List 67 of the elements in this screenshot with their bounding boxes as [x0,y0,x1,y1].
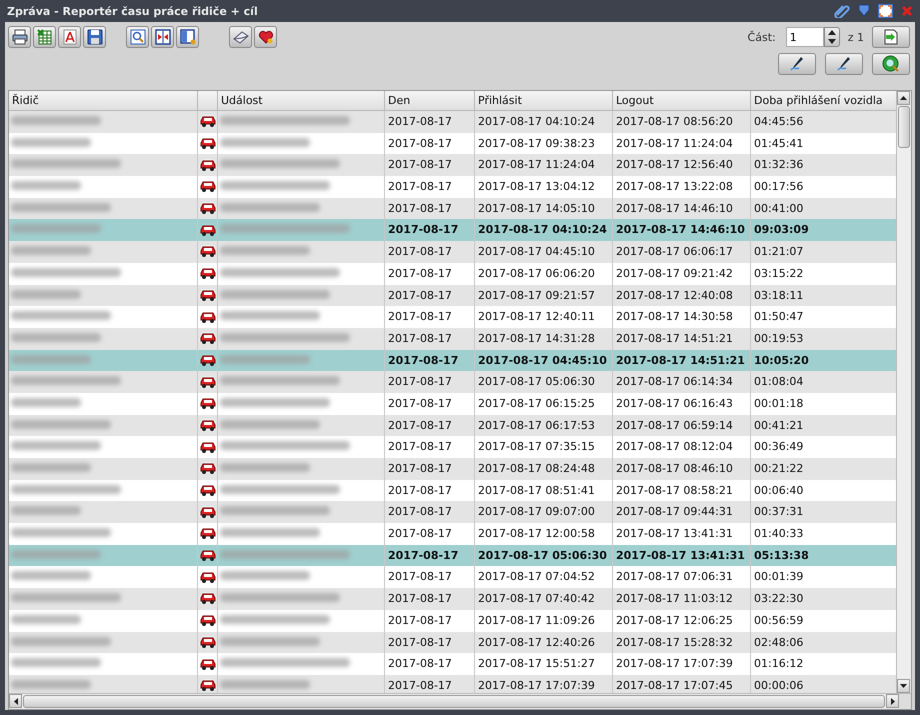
arrow-down-icon [828,39,836,44]
scroll-up-button[interactable] [897,91,910,105]
car-icon [200,245,216,258]
arrow-up-icon [828,30,836,35]
car-icon [200,658,216,671]
arrow-up-icon [900,96,907,100]
car-icon [200,310,216,324]
heart-button[interactable] [254,26,277,48]
edit-button[interactable] [825,53,863,75]
car-icon [200,484,216,498]
car-icon [200,376,216,389]
part-label: Část: [748,30,776,44]
page-icon [884,29,898,45]
spreadsheet-button[interactable] [33,26,56,48]
car-icon [200,506,216,519]
blurred-text [11,506,81,516]
blurred-text [11,398,81,407]
car-icon [200,267,216,280]
arrow-down-icon [900,684,907,688]
car-icon [200,288,216,302]
scroll-left-button[interactable] [9,694,22,708]
car-icon [200,614,216,628]
car-icon [200,180,216,194]
car-icon [200,354,216,367]
car-icon [200,549,216,562]
car-icon [200,397,216,410]
floppy-disk-button[interactable] [83,26,106,48]
blurred-text [11,614,81,624]
car-icon [200,636,216,649]
car-icon [200,202,216,216]
globe-button[interactable] [872,53,910,75]
car-icon [200,115,216,128]
printer-button[interactable] [8,26,31,48]
part-total: z 1 [848,30,864,44]
envelope-button[interactable] [229,26,252,48]
maximize-icon[interactable] [878,4,893,18]
go-button[interactable] [872,26,910,48]
car-icon [200,418,216,432]
car-icon [200,679,216,692]
car-icon [200,462,216,476]
car-icon [200,592,216,606]
arrow-right-icon [890,698,894,704]
edit-button[interactable] [778,53,816,75]
pen-icon [789,56,805,72]
car-icon [200,570,216,584]
spinner[interactable] [824,27,840,47]
window-title: Zpráva - Reportér času práce řidiče + cíl [6,4,258,18]
blurred-text [11,290,81,298]
pen-icon [836,56,852,72]
arrow-down-icon[interactable] [858,4,870,18]
part-field[interactable]: 1 [786,27,824,47]
arrow-left-icon [14,698,18,704]
fit-width-button[interactable] [151,26,174,48]
globe-icon [882,55,900,73]
car-icon [200,158,216,172]
scroll-down-button[interactable] [897,679,910,693]
car-icon [200,440,216,454]
pdf-button[interactable] [58,26,81,48]
magnifier-button[interactable] [126,26,149,48]
car-icon [200,224,216,237]
paperclip-icon[interactable] [834,4,850,18]
car-icon [200,527,216,540]
scroll-right-button[interactable] [886,694,899,708]
car-icon [200,332,216,346]
car-icon [200,137,216,150]
blurred-text [11,181,81,190]
columns-button[interactable] [176,26,199,48]
